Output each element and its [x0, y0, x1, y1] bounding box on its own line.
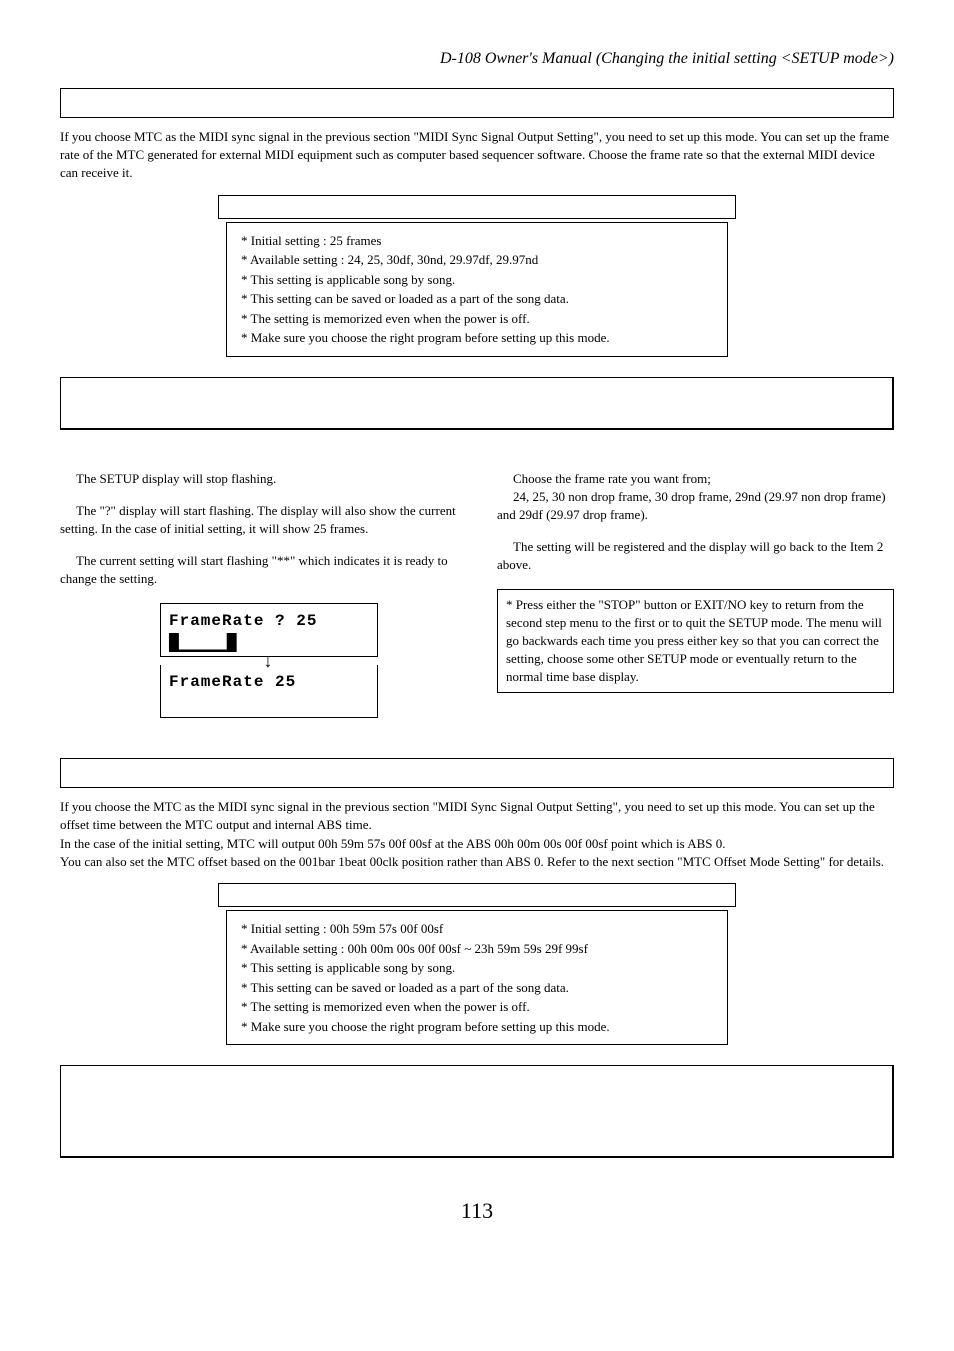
lcd-blocks: █▁▁▁▁▁█ — [169, 632, 369, 648]
info-inner-1: * Initial setting : 25 frames * Availabl… — [226, 222, 728, 357]
lcd-container: FrameRate ? 25 █▁▁▁▁▁█ ↓ FrameRate 25 — [160, 603, 457, 719]
right-note-box: * Press either the "STOP" button or EXIT… — [497, 589, 894, 694]
two-column-section: The SETUP display will stop flashing. Th… — [60, 470, 894, 719]
section1-intro: If you choose MTC as the MIDI sync signa… — [60, 128, 894, 183]
right-column: Choose the frame rate you want from; 24,… — [497, 470, 894, 719]
note-line: * Available setting : 00h 00m 00s 00f 00… — [241, 939, 713, 959]
note-line: * This setting is applicable song by son… — [241, 958, 713, 978]
note-line: * This setting can be saved or loaded as… — [241, 978, 713, 998]
empty-box-2 — [60, 1065, 894, 1158]
right-p1b: 24, 25, 30 non drop frame, 30 drop frame… — [497, 488, 894, 524]
lcd-text: FrameRate ? 25 — [169, 610, 369, 632]
note-line: * Available setting : 24, 25, 30df, 30nd… — [241, 250, 713, 270]
section-title-box-2 — [60, 758, 894, 788]
note-line: * This setting can be saved or loaded as… — [241, 289, 713, 309]
note-line: * The setting is memorized even when the… — [241, 309, 713, 329]
note-line: * Initial setting : 00h 59m 57s 00f 00sf — [241, 919, 713, 939]
note-line: * Make sure you choose the right program… — [241, 1017, 713, 1037]
note-line: * The setting is memorized even when the… — [241, 997, 713, 1017]
left-p2: The "?" display will start flashing. The… — [60, 502, 457, 538]
page-number: 113 — [60, 1198, 894, 1224]
note-line: * Initial setting : 25 frames — [241, 231, 713, 251]
info-outer-2 — [218, 883, 736, 907]
section2-intro: If you choose the MTC as the MIDI sync s… — [60, 798, 894, 871]
right-p1a: Choose the frame rate you want from; — [497, 470, 894, 488]
info-outer-1 — [218, 195, 736, 219]
page-header: D-108 Owner's Manual (Changing the initi… — [60, 50, 894, 68]
note-line: * This setting is applicable song by son… — [241, 270, 713, 290]
empty-box-1 — [60, 377, 894, 430]
left-p3: The current setting will start flashing … — [60, 552, 457, 588]
lcd-display-2: FrameRate 25 — [160, 665, 378, 718]
left-p1: The SETUP display will stop flashing. — [60, 470, 457, 488]
section-title-box-1 — [60, 88, 894, 118]
info-inner-2: * Initial setting : 00h 59m 57s 00f 00sf… — [226, 910, 728, 1045]
lcd-display-1: FrameRate ? 25 █▁▁▁▁▁█ — [160, 603, 378, 657]
left-column: The SETUP display will stop flashing. Th… — [60, 470, 457, 719]
lcd-text: FrameRate 25 — [169, 671, 369, 693]
lcd-blocks-empty — [169, 693, 369, 709]
right-p2: The setting will be registered and the d… — [497, 538, 894, 574]
note-line: * Make sure you choose the right program… — [241, 328, 713, 348]
